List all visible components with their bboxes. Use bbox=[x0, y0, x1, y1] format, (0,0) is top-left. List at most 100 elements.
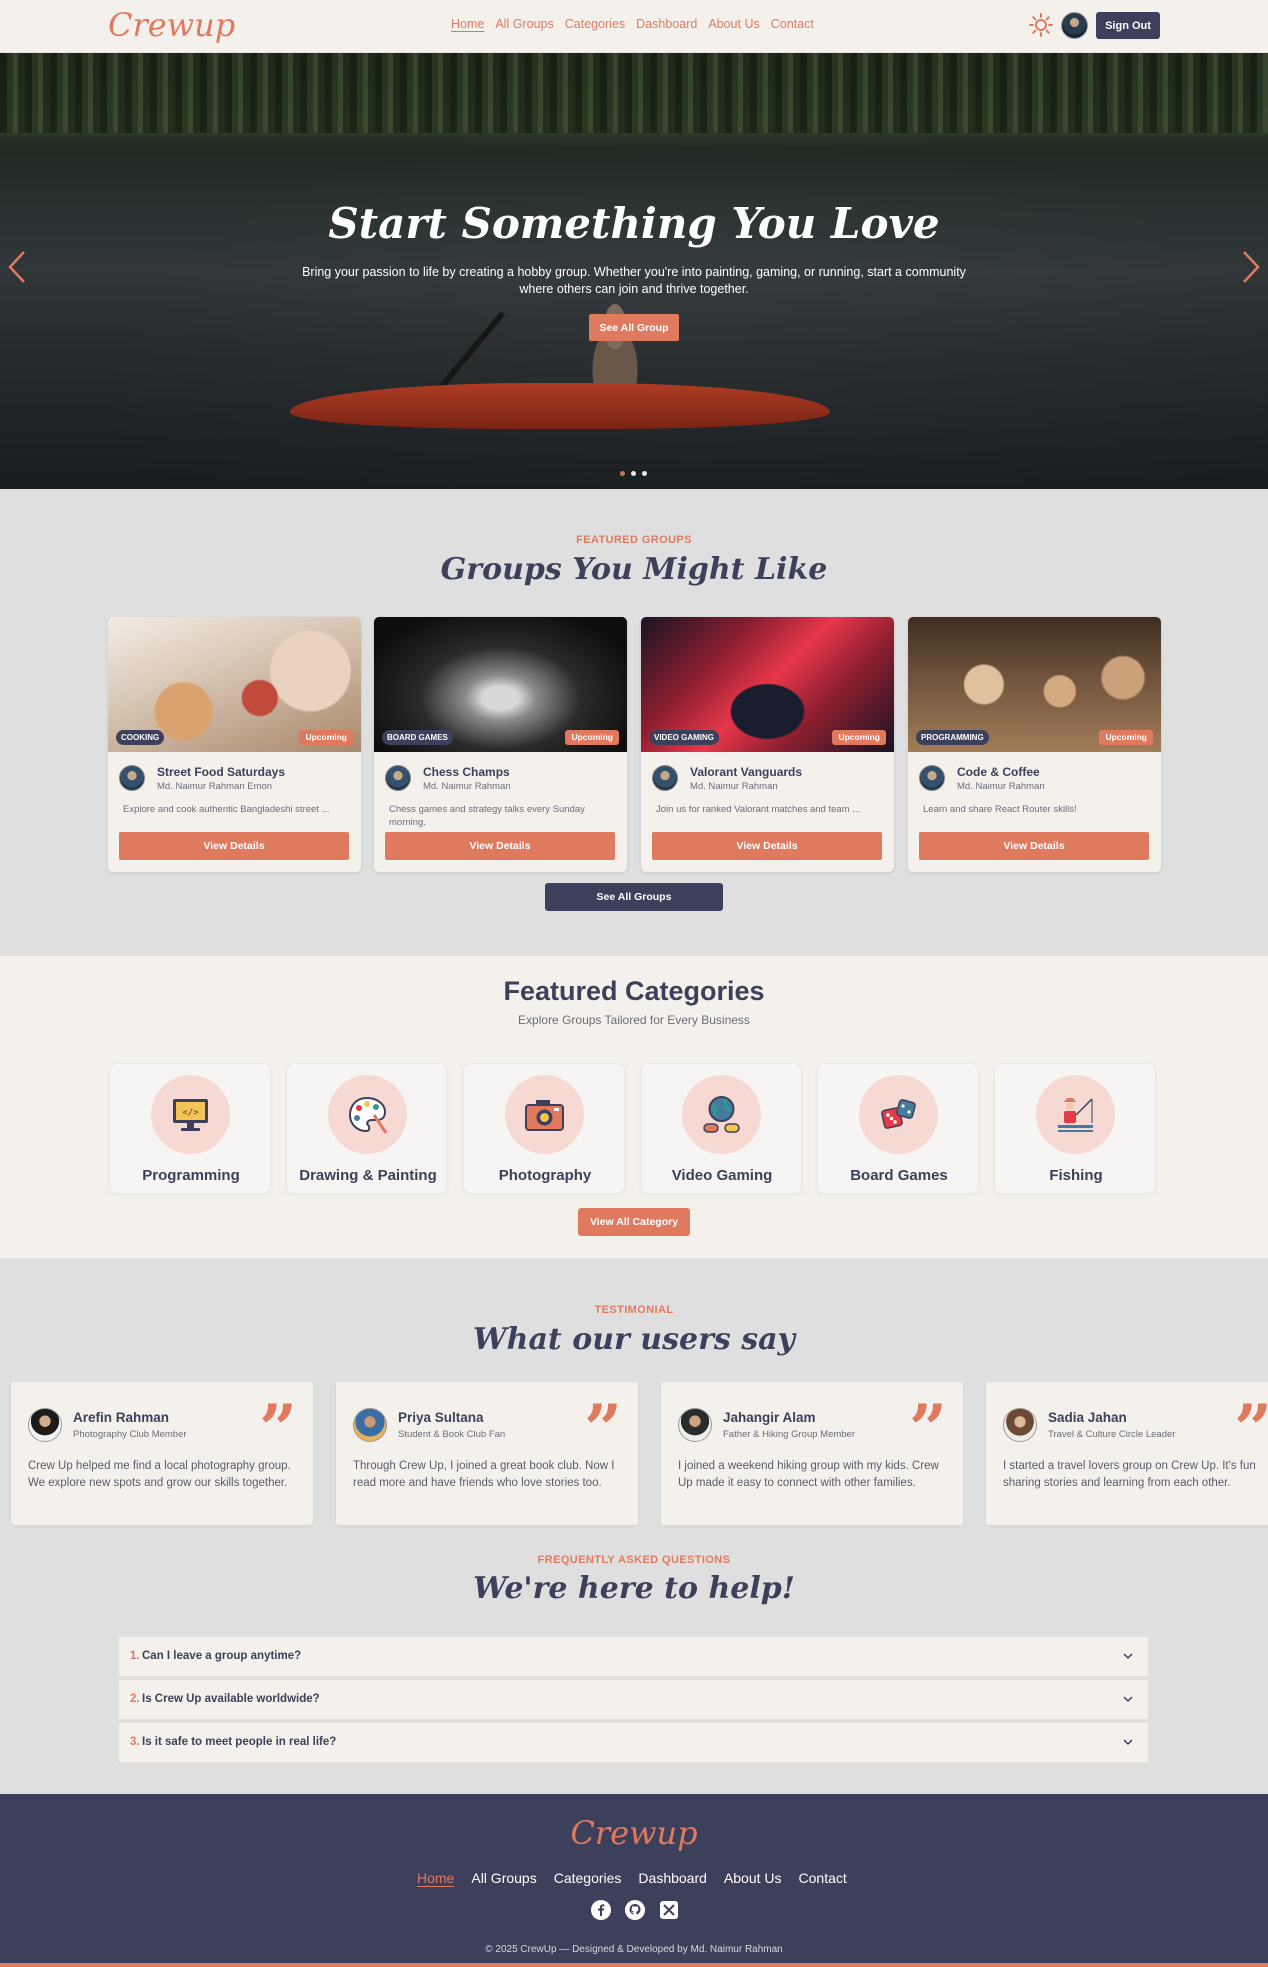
category-label: Fishing bbox=[1049, 1167, 1103, 1184]
organizer-avatar bbox=[919, 765, 945, 791]
top-navbar: Crewup Home All Groups Categories Dashbo… bbox=[0, 0, 1268, 53]
footer-link-contact[interactable]: Contact bbox=[799, 1870, 847, 1886]
group-description: Chess games and strategy talks every Sun… bbox=[389, 804, 585, 828]
github-icon[interactable] bbox=[625, 1900, 645, 1920]
faq-question: Is Crew Up available worldwide? bbox=[142, 1693, 320, 1705]
testimonial-text: Through Crew Up, I joined a great book c… bbox=[353, 1460, 615, 1489]
view-details-button[interactable]: View Details bbox=[119, 832, 349, 860]
group-organizer: Md. Naimur Rahman bbox=[690, 781, 778, 792]
svg-text:</>: </> bbox=[182, 1108, 199, 1118]
testimonial-card: Arefin Rahman Photography Club Member ” … bbox=[11, 1382, 313, 1525]
testimonial-title: What our users say bbox=[472, 1322, 795, 1357]
nav-links: Home All Groups Categories Dashboard Abo… bbox=[451, 17, 814, 31]
user-avatar[interactable] bbox=[1061, 12, 1088, 39]
see-all-groups-button[interactable]: See All Groups bbox=[545, 883, 723, 911]
camera-icon bbox=[525, 1100, 564, 1131]
copyright-text: © 2025 CrewUp — Designed & Developed by … bbox=[485, 1944, 783, 1955]
testimonial-role: Travel & Culture Circle Leader bbox=[1048, 1429, 1176, 1440]
organizer-avatar bbox=[119, 765, 145, 791]
organizer-avatar bbox=[652, 765, 678, 791]
faq-item[interactable]: 1. Can I leave a group anytime? bbox=[118, 1636, 1149, 1677]
theme-toggle-sun-icon[interactable] bbox=[1029, 13, 1053, 37]
sign-out-button[interactable]: Sign Out bbox=[1096, 12, 1160, 39]
x-twitter-icon[interactable] bbox=[659, 1900, 679, 1920]
view-details-button[interactable]: View Details bbox=[385, 832, 615, 860]
fisherman-icon bbox=[1058, 1098, 1093, 1132]
chevron-down-icon bbox=[1123, 1739, 1133, 1746]
category-tile-fishing[interactable]: Fishing bbox=[994, 1063, 1156, 1194]
categories-subtitle: Explore Groups Tailored for Every Busine… bbox=[518, 1013, 750, 1027]
view-details-button[interactable]: View Details bbox=[652, 832, 882, 860]
footer-link-categories[interactable]: Categories bbox=[554, 1870, 622, 1886]
carousel-next-arrow-icon[interactable] bbox=[1240, 248, 1262, 286]
featured-groups-eyebrow: FEATURED GROUPS bbox=[576, 534, 692, 546]
carousel-prev-arrow-icon[interactable] bbox=[6, 248, 28, 286]
organizer-avatar bbox=[385, 765, 411, 791]
category-tile-drawing-painting[interactable]: Drawing & Painting bbox=[286, 1063, 448, 1194]
category-tile-board-games[interactable]: Board Games bbox=[817, 1063, 979, 1194]
nav-link-home[interactable]: Home bbox=[451, 17, 484, 31]
category-tile-programming[interactable]: </> Programming bbox=[109, 1063, 271, 1194]
faq-number: 3. bbox=[130, 1736, 140, 1748]
group-card: PROGRAMMING Upcoming Code & Coffee Md. N… bbox=[908, 617, 1161, 872]
see-all-group-button[interactable]: See All Group bbox=[589, 314, 679, 341]
view-all-category-button[interactable]: View All Category bbox=[578, 1208, 690, 1236]
category-badge: PROGRAMMING bbox=[916, 730, 989, 745]
hero-title: Start Something You Love bbox=[328, 199, 940, 248]
faq-item[interactable]: 3. Is it safe to meet people in real lif… bbox=[118, 1722, 1149, 1763]
brand-logo[interactable]: Crewup bbox=[108, 6, 235, 44]
social-links bbox=[591, 1900, 679, 1920]
faq-item[interactable]: 2. Is Crew Up available worldwide? bbox=[118, 1679, 1149, 1720]
category-tile-photography[interactable]: Photography bbox=[463, 1063, 625, 1194]
nav-link-contact[interactable]: Contact bbox=[771, 17, 814, 31]
faq-number: 1. bbox=[130, 1650, 140, 1662]
footer-link-about-us[interactable]: About Us bbox=[724, 1870, 782, 1886]
group-description: Learn and share React Router skills! bbox=[923, 804, 1077, 815]
category-label: Programming bbox=[142, 1167, 240, 1184]
nav-link-dashboard[interactable]: Dashboard bbox=[636, 17, 697, 31]
featured-groups-title: Groups You Might Like bbox=[440, 552, 828, 587]
category-tile-video-gaming[interactable]: Video Gaming bbox=[640, 1063, 802, 1194]
category-label: Board Games bbox=[850, 1167, 948, 1184]
carousel-dots bbox=[620, 471, 647, 476]
footer-link-all-groups[interactable]: All Groups bbox=[471, 1870, 536, 1886]
faq-number: 2. bbox=[130, 1693, 140, 1705]
chevron-down-icon bbox=[1123, 1653, 1133, 1660]
group-organizer: Md. Naimur Rahman bbox=[957, 781, 1045, 792]
testimonial-role: Father & Hiking Group Member bbox=[723, 1429, 855, 1440]
hero-subtitle: Bring your passion to life by creating a… bbox=[302, 265, 966, 296]
category-badge: BOARD GAMES bbox=[382, 730, 453, 745]
faq-question: Is it safe to meet people in real life? bbox=[142, 1736, 337, 1748]
category-label: Video Gaming bbox=[671, 1167, 773, 1184]
chevron-down-icon bbox=[1123, 1696, 1133, 1703]
carousel-dot-2[interactable] bbox=[631, 471, 636, 476]
testimonial-card: Jahangir Alam Father & Hiking Group Memb… bbox=[661, 1382, 963, 1525]
testimonial-card: Sadia Jahan Travel & Culture Circle Lead… bbox=[986, 1382, 1268, 1525]
category-badge: COOKING bbox=[116, 730, 165, 745]
status-badge: Upcoming bbox=[832, 730, 886, 745]
nav-link-all-groups[interactable]: All Groups bbox=[495, 17, 553, 31]
group-card: COOKING Upcoming Street Food Saturdays M… bbox=[108, 617, 361, 872]
view-details-button[interactable]: View Details bbox=[919, 832, 1149, 860]
group-card: VIDEO GAMING Upcoming Valorant Vanguards… bbox=[641, 617, 894, 872]
testimonial-text: I started a travel lovers group on Crew … bbox=[1003, 1460, 1256, 1489]
nav-link-about-us[interactable]: About Us bbox=[708, 17, 759, 31]
palette-icon bbox=[348, 1096, 388, 1134]
group-organizer: Md. Naimur Rahman bbox=[423, 781, 511, 792]
testimonial-avatar bbox=[28, 1408, 62, 1442]
carousel-dot-1[interactable] bbox=[620, 471, 625, 476]
group-title: Code & Coffee bbox=[957, 765, 1040, 779]
quote-icon: ” bbox=[584, 1390, 622, 1468]
footer-logo[interactable]: Crewup bbox=[0, 1814, 1268, 1852]
testimonial-text: I joined a weekend hiking group with my … bbox=[678, 1460, 939, 1489]
footer-link-home[interactable]: Home bbox=[417, 1870, 454, 1886]
site-footer: Crewup Home All Groups Categories Dashbo… bbox=[0, 1794, 1268, 1967]
nav-link-categories[interactable]: Categories bbox=[565, 17, 625, 31]
carousel-dot-3[interactable] bbox=[642, 471, 647, 476]
group-card: BOARD GAMES Upcoming Chess Champs Md. Na… bbox=[374, 617, 627, 872]
facebook-icon[interactable] bbox=[591, 1900, 611, 1920]
testimonial-name: Jahangir Alam bbox=[723, 1410, 816, 1425]
footer-link-dashboard[interactable]: Dashboard bbox=[638, 1870, 707, 1886]
testimonial-name: Priya Sultana bbox=[398, 1410, 484, 1425]
group-title: Chess Champs bbox=[423, 765, 510, 779]
